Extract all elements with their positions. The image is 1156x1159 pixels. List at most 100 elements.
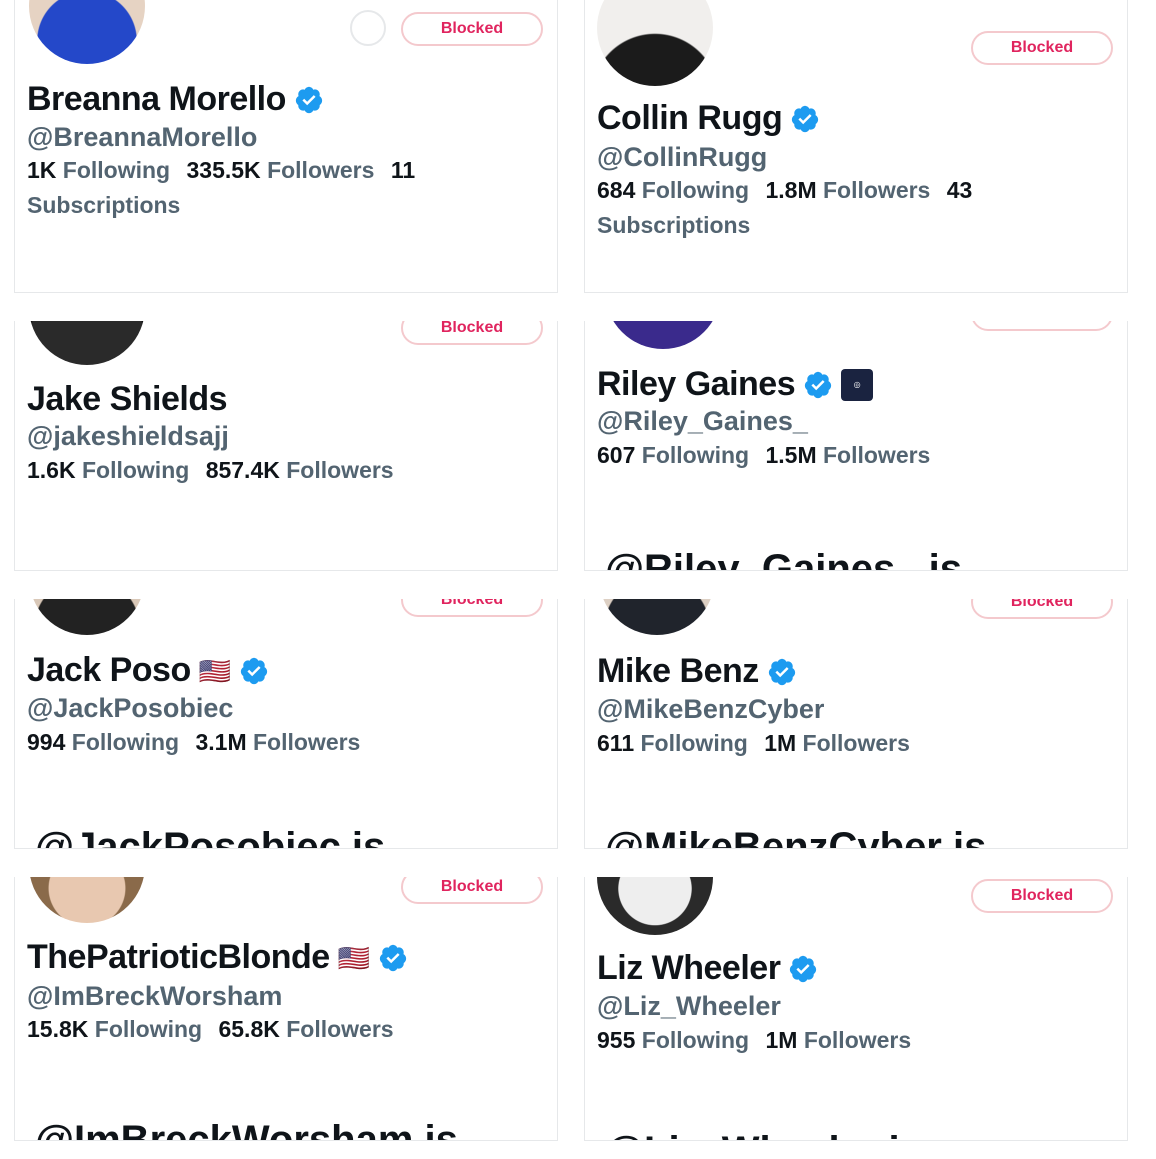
profile-card: Blocked Jack Poso 🇺🇸 @JackPosobiec 994 F… bbox=[14, 599, 558, 849]
verified-icon bbox=[294, 85, 324, 115]
subscriptions-label[interactable]: Subscriptions bbox=[597, 212, 750, 238]
handle: @JackPosobiec bbox=[27, 693, 234, 723]
avatar[interactable] bbox=[29, 0, 145, 64]
blocked-notice-heading: @Riley_Gaines_ is bbox=[605, 547, 962, 571]
avatar[interactable] bbox=[29, 599, 145, 635]
stats: 1K Following 335.5K Followers 11 Subscri… bbox=[27, 153, 547, 223]
followers-count[interactable]: 1.5M bbox=[765, 442, 816, 468]
display-name: Riley Gaines bbox=[597, 365, 796, 403]
display-name: Breanna Morello bbox=[27, 80, 286, 118]
following-count[interactable]: 15.8K bbox=[27, 1016, 88, 1042]
stats: 1.6K Following 857.4K Followers bbox=[27, 453, 547, 488]
profile-card: Blocked Breanna Morello @BreannaMorello … bbox=[14, 0, 558, 293]
following-label[interactable]: Following bbox=[642, 177, 749, 203]
following-label[interactable]: Following bbox=[72, 729, 179, 755]
stats: 607 Following 1.5M Followers bbox=[597, 438, 1117, 473]
following-label[interactable]: Following bbox=[95, 1016, 202, 1042]
stats: 15.8K Following 65.8K Followers bbox=[27, 1012, 547, 1047]
following-label[interactable]: Following bbox=[82, 457, 189, 483]
following-label[interactable]: Following bbox=[642, 1027, 749, 1053]
followers-label[interactable]: Followers bbox=[267, 157, 374, 183]
stats: 684 Following 1.8M Followers 43 Subscrip… bbox=[597, 173, 1117, 243]
followers-label[interactable]: Followers bbox=[253, 729, 360, 755]
blocked-notice-heading: @ImBreckWorsham is bbox=[35, 1118, 458, 1141]
following-count[interactable]: 684 bbox=[597, 177, 635, 203]
followers-count[interactable]: 3.1M bbox=[195, 729, 246, 755]
display-name: Jake Shields bbox=[27, 380, 228, 418]
avatar[interactable] bbox=[605, 321, 721, 349]
profile-card: Blocked Collin Rugg @CollinRugg 684 Foll… bbox=[584, 0, 1128, 293]
avatar[interactable] bbox=[599, 599, 715, 635]
verified-icon bbox=[790, 104, 820, 134]
following-label[interactable]: Following bbox=[641, 730, 748, 756]
followers-count[interactable]: 1M bbox=[765, 1027, 797, 1053]
blocked-button[interactable]: Blocked bbox=[401, 877, 543, 904]
following-count[interactable]: 607 bbox=[597, 442, 635, 468]
blocked-button[interactable]: Blocked bbox=[971, 31, 1113, 65]
display-name: Jack Poso bbox=[27, 651, 191, 689]
blocked-notice-heading: @MikeBenzCyber is bbox=[605, 825, 987, 849]
followers-label[interactable]: Followers bbox=[286, 457, 393, 483]
followers-label[interactable]: Followers bbox=[804, 1027, 911, 1053]
following-label[interactable]: Following bbox=[63, 157, 170, 183]
handle: @ImBreckWorsham bbox=[27, 981, 283, 1011]
followers-label[interactable]: Followers bbox=[803, 730, 910, 756]
following-label[interactable]: Following bbox=[642, 442, 749, 468]
verified-icon bbox=[239, 656, 269, 686]
followers-count[interactable]: 335.5K bbox=[187, 157, 261, 183]
display-name: Mike Benz bbox=[597, 652, 759, 690]
verified-icon bbox=[788, 954, 818, 984]
blocked-notice-heading: @Liz_Wheeler is bbox=[605, 1129, 922, 1140]
blocked-button[interactable]: Blocked bbox=[971, 599, 1113, 619]
verified-icon bbox=[378, 943, 408, 973]
followers-count[interactable]: 857.4K bbox=[206, 457, 280, 483]
blocked-button[interactable]: Blocked bbox=[401, 599, 543, 617]
avatar[interactable] bbox=[29, 877, 145, 923]
following-count[interactable]: 1K bbox=[27, 157, 56, 183]
affiliation-badge-icon[interactable]: ◎ bbox=[841, 368, 874, 401]
following-count[interactable]: 611 bbox=[597, 730, 634, 756]
subscriptions-count[interactable]: 11 bbox=[391, 157, 415, 183]
profile-card: Blocked Liz Wheeler @Liz_Wheeler 955 Fol… bbox=[584, 877, 1128, 1141]
profile-card: Blocked Riley Gaines ◎ @Riley_Gaines_ 60… bbox=[584, 321, 1128, 571]
profile-card: Blocked Jake Shields @jakeshieldsajj 1.6… bbox=[14, 321, 558, 571]
followers-count[interactable]: 1M bbox=[764, 730, 796, 756]
avatar[interactable] bbox=[597, 877, 713, 935]
verified-icon bbox=[803, 370, 833, 400]
subscriptions-label[interactable]: Subscriptions bbox=[27, 192, 180, 218]
avatar[interactable] bbox=[597, 0, 713, 86]
blocked-button[interactable]: Blocked bbox=[401, 321, 543, 345]
display-name: ThePatrioticBlonde bbox=[27, 938, 330, 976]
blocked-button[interactable]: Blocked bbox=[971, 321, 1113, 331]
followers-label[interactable]: Followers bbox=[286, 1016, 393, 1042]
profile-card: Blocked ThePatrioticBlonde 🇺🇸 @ImBreckWo… bbox=[14, 877, 558, 1141]
handle: @MikeBenzCyber bbox=[597, 694, 825, 724]
display-name: Collin Rugg bbox=[597, 99, 783, 137]
display-name: Liz Wheeler bbox=[597, 949, 781, 987]
stats: 955 Following 1M Followers bbox=[597, 1023, 1117, 1058]
following-count[interactable]: 994 bbox=[27, 729, 65, 755]
handle: @CollinRugg bbox=[597, 142, 768, 172]
blocked-button[interactable]: Blocked bbox=[971, 879, 1113, 913]
stats: 994 Following 3.1M Followers bbox=[27, 725, 547, 760]
followers-label[interactable]: Followers bbox=[823, 177, 930, 203]
handle: @jakeshieldsajj bbox=[27, 421, 229, 451]
profile-card: Blocked Mike Benz @MikeBenzCyber 611 Fol… bbox=[584, 599, 1128, 849]
stats: 611 Following 1M Followers bbox=[597, 726, 1117, 761]
following-count[interactable]: 1.6K bbox=[27, 457, 76, 483]
avatar[interactable] bbox=[29, 321, 145, 365]
handle: @Riley_Gaines_ bbox=[597, 406, 808, 436]
subscriptions-count[interactable]: 43 bbox=[947, 177, 973, 203]
handle: @Liz_Wheeler bbox=[597, 991, 781, 1021]
message-icon[interactable] bbox=[350, 10, 386, 46]
us-flag-icon: 🇺🇸 bbox=[198, 655, 232, 686]
us-flag-icon: 🇺🇸 bbox=[337, 942, 371, 973]
blocked-notice-heading: @JackPosobiec is bbox=[35, 825, 386, 849]
handle: @BreannaMorello bbox=[27, 122, 258, 152]
followers-count[interactable]: 1.8M bbox=[765, 177, 816, 203]
followers-count[interactable]: 65.8K bbox=[218, 1016, 279, 1042]
verified-icon bbox=[767, 657, 797, 687]
blocked-button[interactable]: Blocked bbox=[401, 12, 543, 46]
following-count[interactable]: 955 bbox=[597, 1027, 635, 1053]
followers-label[interactable]: Followers bbox=[823, 442, 930, 468]
